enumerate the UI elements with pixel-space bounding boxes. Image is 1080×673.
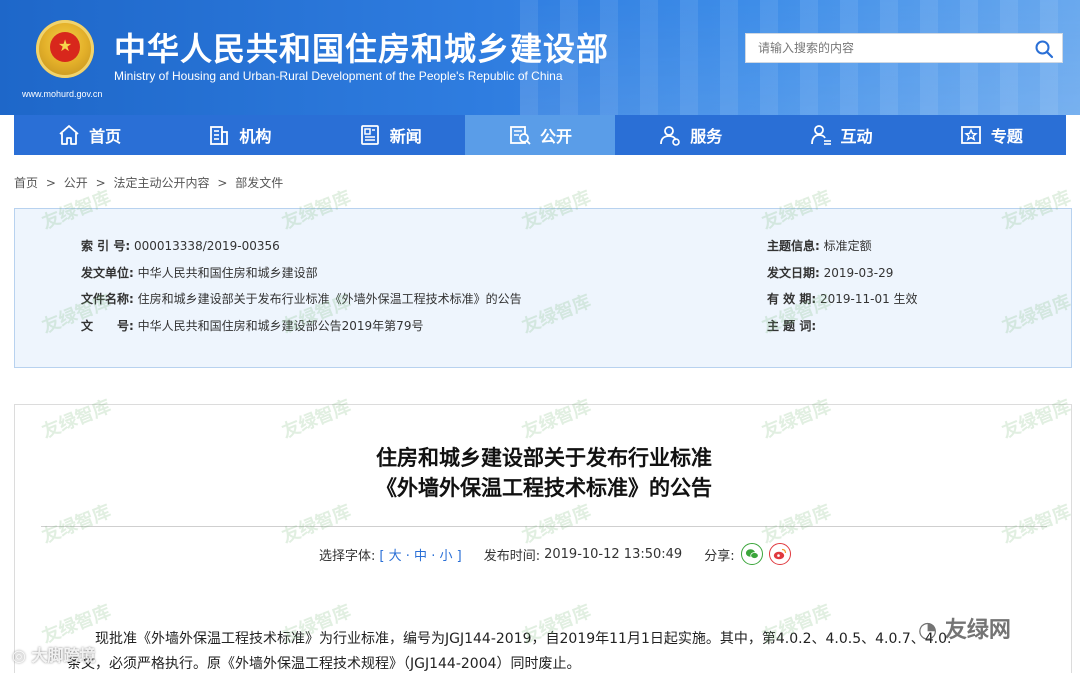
home-icon xyxy=(59,125,79,145)
nav-label: 新闻 xyxy=(389,127,422,146)
info-value: 000013338/2019-00356 xyxy=(133,239,280,253)
search-box xyxy=(745,33,1063,63)
info-label: 发文单位: xyxy=(81,266,134,280)
nav-item-home[interactable]: 首页 xyxy=(14,115,164,155)
body-paragraph-line1: 现批准《外墙外保温工程技术标准》为行业标准，编号为JGJ144-2019，自20… xyxy=(95,631,952,647)
nav-label: 公开 xyxy=(539,127,572,146)
nav-item-topic[interactable]: 专题 xyxy=(916,115,1066,155)
nav-item-disclosure[interactable]: 公开 xyxy=(464,115,616,155)
info-value: 标准定额 xyxy=(823,239,872,253)
info-label: 索 引 号: xyxy=(81,239,131,253)
breadcrumb: 首页 > 公开 > 法定主动公开内容 > 部发文件 xyxy=(14,174,287,191)
font-size-small[interactable]: 小 xyxy=(439,549,452,564)
info-value: 中华人民共和国住房和城乡建设部公告2019年第79号 xyxy=(137,319,424,333)
site-url: www.mohurd.gov.cn xyxy=(22,89,103,99)
topic-icon xyxy=(960,126,981,144)
article-meta: 选择字体: [ 大 · 中 · 小 ] 发布时间: 2019-10-12 13:… xyxy=(319,543,791,565)
breadcrumb-sep: > xyxy=(95,176,106,190)
info-value: 中华人民共和国住房和城乡建设部 xyxy=(137,266,318,280)
info-validity: 有 效 期: 2019-11-01 生效 xyxy=(767,290,918,307)
nav-label: 首页 xyxy=(89,127,122,146)
document-info-panel: 索 引 号: 000013338/2019-00356 发文单位: 中华人民共和… xyxy=(14,208,1072,368)
body-paragraph-line2: 条文，必须严格执行。原《外墙外保温工程技术规程》（JGJ144-2004）同时废… xyxy=(67,656,581,672)
nav-label: 专题 xyxy=(990,127,1023,146)
breadcrumb-home[interactable]: 首页 xyxy=(14,176,38,190)
info-value: 2019-03-29 xyxy=(823,266,894,280)
wechat-share-icon[interactable] xyxy=(740,543,763,565)
info-keywords: 主 题 词: xyxy=(767,317,816,334)
publish-time: 2019-10-12 13:50:49 xyxy=(544,546,683,562)
site-header: ★ www.mohurd.gov.cn 中华人民共和国住房和城乡建设部 Mini… xyxy=(0,0,1080,115)
font-size-medium[interactable]: 中 xyxy=(414,549,427,564)
nav-label: 服务 xyxy=(690,127,723,146)
font-size-sep: · xyxy=(405,548,410,564)
info-label: 主题信息: xyxy=(767,239,820,253)
national-emblem-icon: ★ xyxy=(36,20,94,78)
nav-item-news[interactable]: 新闻 xyxy=(315,115,465,155)
site-title[interactable]: 中华人民共和国住房和城乡建设部 xyxy=(114,24,609,70)
nav-label: 机构 xyxy=(239,127,272,146)
service-icon xyxy=(660,126,681,146)
info-date: 发文日期: 2019-03-29 xyxy=(767,264,893,281)
info-docno: 文 号: 中华人民共和国住房和城乡建设部公告2019年第79号 xyxy=(81,317,423,334)
article-title: 住房和城乡建设部关于发布行业标准 《外墙外保温工程技术标准》的公告 xyxy=(15,443,1073,503)
info-value: 住房和城乡建设部关于发布行业标准《外墙外保温工程技术标准》的公告 xyxy=(137,292,522,306)
publish-label: 发布时间: xyxy=(483,548,541,564)
font-size-sep: · xyxy=(431,548,436,564)
breadcrumb-disclosure[interactable]: 公开 xyxy=(64,176,88,190)
interact-icon xyxy=(810,125,831,145)
font-size-large[interactable]: 大 xyxy=(389,549,402,564)
font-size-selector: [ 大 · 中 · 小 ] xyxy=(379,545,461,564)
info-index: 索 引 号: 000013338/2019-00356 xyxy=(81,237,280,254)
info-label: 文 号: xyxy=(81,319,134,333)
info-topic: 主题信息: 标准定额 xyxy=(767,237,872,254)
site-subtitle: Ministry of Housing and Urban-Rural Deve… xyxy=(114,69,563,83)
search-icon[interactable] xyxy=(1034,39,1054,59)
article-body: 现批准《外墙外保温工程技术标准》为行业标准，编号为JGJ144-2019，自20… xyxy=(67,627,1037,673)
font-bracket-close: ] xyxy=(456,548,462,564)
font-bracket-open: [ xyxy=(379,548,385,564)
breadcrumb-statutory[interactable]: 法定主动公开内容 xyxy=(113,176,209,190)
nav-item-organization[interactable]: 机构 xyxy=(164,115,314,155)
breadcrumb-sep: > xyxy=(45,176,56,190)
weibo-share-icon[interactable] xyxy=(768,543,791,565)
share-label: 分享: xyxy=(704,548,735,564)
info-filename: 文件名称: 住房和城乡建设部关于发布行业标准《外墙外保温工程技术标准》的公告 xyxy=(81,290,522,307)
disclosure-icon xyxy=(510,126,531,145)
info-label: 文件名称: xyxy=(81,292,134,306)
building-icon xyxy=(210,126,229,145)
info-issuer: 发文单位: 中华人民共和国住房和城乡建设部 xyxy=(81,264,318,281)
nav-item-interact[interactable]: 互动 xyxy=(765,115,915,155)
breadcrumb-ministry-docs[interactable]: 部发文件 xyxy=(235,176,283,190)
main-nav: 首页 机构 新闻 公开 服务 互动 专题 xyxy=(14,115,1066,155)
nav-label: 互动 xyxy=(840,127,873,146)
nav-item-service[interactable]: 服务 xyxy=(615,115,765,155)
divider xyxy=(41,526,1047,527)
info-value: 2019-11-01 生效 xyxy=(819,292,918,306)
news-icon xyxy=(360,125,379,145)
info-label: 有 效 期: xyxy=(767,292,817,306)
article-title-line1: 住房和城乡建设部关于发布行业标准 xyxy=(376,446,712,470)
info-label: 主 题 词: xyxy=(767,319,817,333)
font-size-label: 选择字体: xyxy=(319,548,376,564)
breadcrumb-sep: > xyxy=(217,176,228,190)
search-input[interactable] xyxy=(746,34,1026,62)
article-panel: 住房和城乡建设部关于发布行业标准 《外墙外保温工程技术标准》的公告 选择字体: … xyxy=(14,404,1072,673)
article-title-line2: 《外墙外保温工程技术标准》的公告 xyxy=(376,476,712,500)
info-label: 发文日期: xyxy=(767,266,820,280)
